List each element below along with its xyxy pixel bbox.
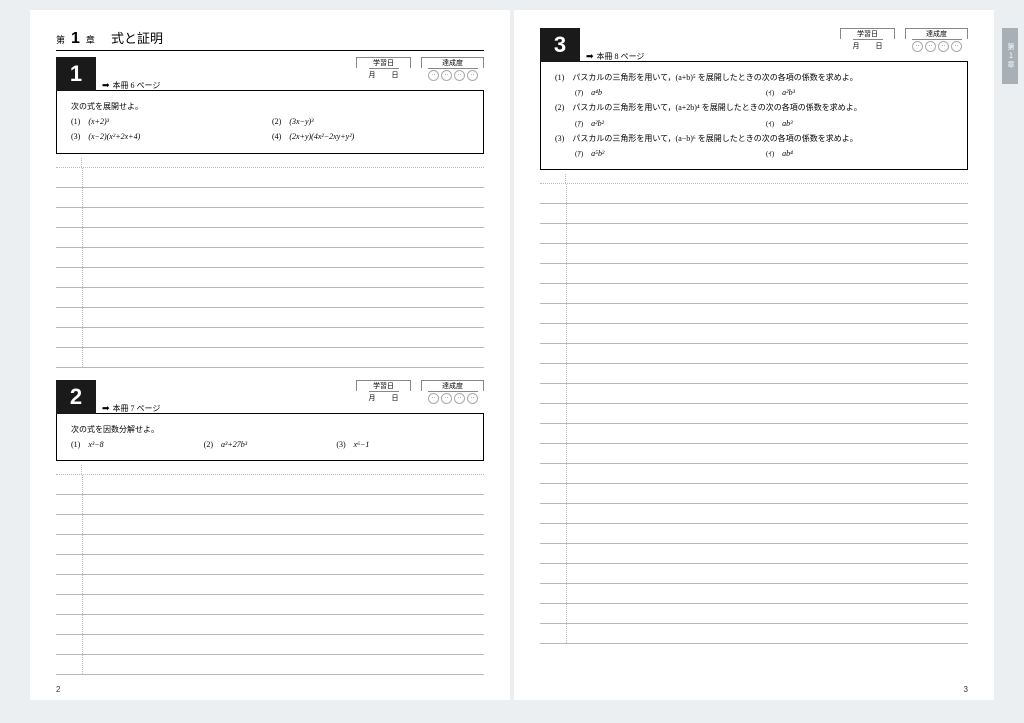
problem-3-header: 学習日 月日 達成度 3 ➡本冊 8 ページ [540, 28, 968, 62]
smile-icon [428, 70, 439, 81]
smile-icon [467, 70, 478, 81]
smile-icon [441, 70, 452, 81]
meta-row: 学習日 月日 達成度 [840, 28, 968, 52]
smile-icon [454, 393, 465, 404]
problem-2-box: 次の式を因数分解せよ。 (1) x³−8 (2) a³+27b³ (3) x⁶−… [56, 413, 484, 461]
smile-icon [925, 41, 936, 52]
problem-ref: 本冊 8 ページ [597, 51, 645, 62]
problem-number-box: 1 [56, 57, 96, 91]
answer-lines [540, 174, 968, 644]
smile-icon [467, 393, 478, 404]
chapter-heading: 第 1 章 式と証明 [56, 28, 484, 51]
problem-number-box: 3 [540, 28, 580, 62]
chapter-side-tab: 第１章 [1002, 28, 1018, 84]
smile-icon [428, 393, 439, 404]
problem-1-box: 次の式を展開せよ。 (1) (x+2)³ (2) (3x−y)³ (3) (x−… [56, 90, 484, 154]
mastery-label: 達成度 [421, 57, 484, 68]
workbook-page-left: 第 1 章 式と証明 学習日 月日 達成度 [30, 10, 510, 700]
meta-row: 学習日 月日 達成度 [356, 57, 484, 81]
smile-icon [441, 393, 452, 404]
chapter-suf: 章 [86, 33, 95, 46]
smile-icon [951, 41, 962, 52]
arrow-icon: ➡ [102, 80, 110, 91]
problem-intro: 次の式を展開せよ。 [71, 99, 473, 114]
page-number: 3 [964, 685, 968, 694]
page-number: 2 [56, 685, 60, 694]
smile-icon [938, 41, 949, 52]
study-date-label: 学習日 [356, 57, 411, 68]
problem-1-header: 学習日 月日 達成度 1 ➡本冊 6 ページ [56, 57, 484, 91]
chapter-title: 式と証明 [111, 28, 163, 47]
answer-lines [56, 465, 484, 675]
chapter-number: 1 [71, 30, 80, 48]
problem-ref: 本冊 6 ページ [113, 80, 161, 91]
meta-row: 学習日 月日 達成度 [356, 380, 484, 404]
mastery-smileys [428, 68, 478, 81]
smile-icon [454, 70, 465, 81]
answer-lines [56, 158, 484, 368]
chapter-pre: 第 [56, 33, 65, 46]
workbook-page-right: 学習日 月日 達成度 3 ➡本冊 8 ページ (1) パスカルの三角形を用いて，… [514, 10, 994, 700]
smile-icon [912, 41, 923, 52]
problem-number-box: 2 [56, 380, 96, 414]
problem-3-box: (1) パスカルの三角形を用いて，(a+b)⁵ を展開したときの次の各項の係数を… [540, 61, 968, 170]
problem-ref: 本冊 7 ページ [113, 403, 161, 414]
problem-2-header: 学習日 月日 達成度 2 ➡本冊 7 ページ [56, 380, 484, 414]
